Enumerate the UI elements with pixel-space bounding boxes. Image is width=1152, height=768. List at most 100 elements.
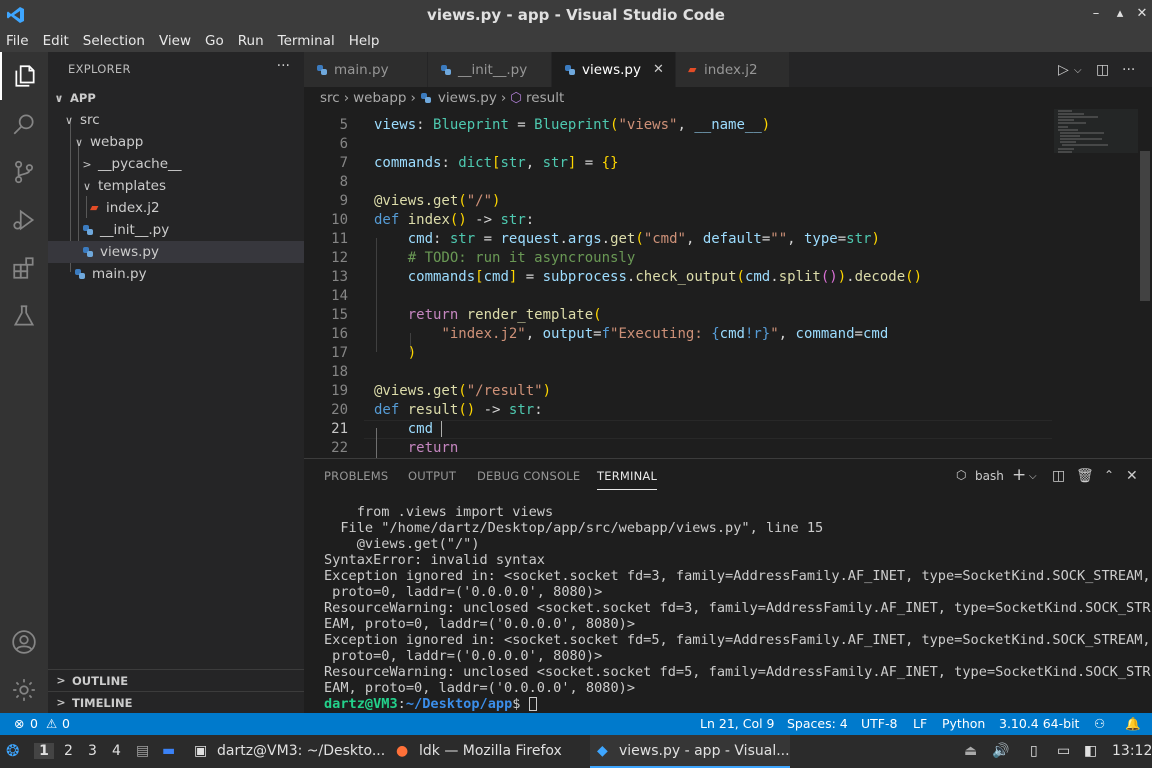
cursor-position[interactable]: Ln 21, Col 9 — [700, 716, 775, 731]
menu-view[interactable]: View — [159, 33, 191, 49]
menu-edit[interactable]: Edit — [43, 33, 69, 49]
tree-item-pycache[interactable]: > __pycache__ — [48, 153, 304, 175]
tree-item-index-j2[interactable]: ▰ index.j2 — [48, 197, 304, 219]
volume-icon[interactable]: 🔊 — [992, 743, 1009, 759]
terminal-app-icon[interactable]: ▣ — [194, 743, 207, 759]
breadcrumb-webapp[interactable]: webapp — [353, 90, 406, 106]
tree-item-main-py[interactable]: main.py — [48, 263, 304, 285]
tab-output[interactable]: OUTPUT — [408, 469, 456, 483]
accounts-activity[interactable] — [0, 618, 48, 666]
new-terminal-icon[interactable]: + — [1012, 465, 1026, 485]
minimize-button[interactable]: – — [1086, 6, 1106, 21]
taskbar-vscode[interactable]: views.py - app - Visual... — [619, 743, 790, 759]
tab-problems[interactable]: PROBLEMS — [324, 469, 388, 483]
encoding[interactable]: UTF-8 — [861, 716, 897, 731]
breadcrumb-views-py[interactable]: views.py — [438, 90, 497, 106]
error-icon[interactable]: ⊗ — [14, 716, 24, 731]
more-actions-icon[interactable]: ··· — [277, 58, 290, 74]
tree-item-app[interactable]: ∨ APP — [48, 87, 304, 109]
taskbar-firefox[interactable]: ldk — Mozilla Firefox — [419, 743, 562, 759]
tree-item-init-py[interactable]: __init__.py — [48, 219, 304, 241]
manage-activity[interactable] — [0, 666, 48, 714]
code-editor[interactable]: 5 views: Blueprint = Blueprint("views", _… — [304, 109, 1152, 458]
language-mode[interactable]: Python — [942, 716, 985, 731]
terminal-line: from .views import views — [324, 504, 554, 520]
split-terminal-icon[interactable]: ◫ — [1052, 468, 1065, 484]
trash-icon[interactable]: 🗑 — [1076, 468, 1094, 484]
indentation[interactable]: Spaces: 4 — [787, 716, 848, 731]
shell-name[interactable]: bash — [975, 469, 1004, 483]
tab-debug-console[interactable]: DEBUG CONSOLE — [477, 469, 580, 483]
split-editor-icon[interactable]: ◫ — [1096, 62, 1109, 78]
scrollbar-thumb[interactable] — [1140, 151, 1150, 301]
eject-icon[interactable]: ⏏ — [964, 743, 977, 759]
menu-terminal[interactable]: Terminal — [278, 33, 335, 49]
source-control-activity[interactable] — [0, 148, 48, 196]
close-window-button[interactable]: ✕ — [1132, 6, 1152, 21]
end-of-line[interactable]: LF — [913, 716, 927, 731]
breadcrumb-result[interactable]: result — [526, 90, 564, 106]
workspace-2[interactable]: 2 — [64, 743, 73, 759]
explorer-activity[interactable] — [0, 52, 48, 100]
tree-item-webapp[interactable]: ∨ webapp — [48, 131, 304, 153]
activity-bar — [0, 52, 48, 713]
extensions-activity[interactable] — [0, 244, 48, 292]
tree-item-views-py[interactable]: views.py — [48, 241, 304, 263]
timeline-section[interactable]: > TIMELINE — [48, 691, 304, 713]
testing-activity[interactable] — [0, 292, 48, 340]
line-number: 5 — [339, 117, 348, 133]
terminal-prompt[interactable]: dartz@VM3:~/Desktop/app$ — [324, 696, 537, 712]
chevron-right-icon: > — [56, 674, 66, 687]
error-count[interactable]: 0 — [30, 716, 38, 731]
taskbar-terminal[interactable]: dartz@VM3: ~/Deskto... — [217, 743, 385, 759]
tab-init-py[interactable]: __init__.py — [428, 52, 552, 87]
clipboard-icon[interactable]: ▯ — [1030, 743, 1038, 759]
chevron-down-icon[interactable]: ⌵ — [1074, 65, 1082, 76]
terminal-cursor — [528, 697, 537, 711]
warning-count[interactable]: 0 — [62, 716, 70, 731]
title-bar: views.py - app - Visual Studio Code – ▴ … — [0, 0, 1152, 30]
search-activity[interactable] — [0, 100, 48, 148]
status-bar: ⊗ 0 ⚠ 0 Ln 21, Col 9 Spaces: 4 UTF-8 LF … — [0, 713, 1152, 735]
python-interpreter[interactable]: 3.10.4 64-bit — [999, 716, 1079, 731]
chevron-down-icon[interactable]: ⌵ — [1029, 471, 1037, 482]
desktop-launcher-icon[interactable]: ▬ — [162, 743, 175, 759]
close-panel-icon[interactable]: ✕ — [1126, 468, 1138, 484]
feedback-icon[interactable]: ⚇ — [1094, 716, 1105, 731]
maximize-button[interactable]: ▴ — [1110, 6, 1130, 21]
chevron-down-icon: ∨ — [54, 91, 64, 105]
minimap[interactable] — [1054, 109, 1138, 458]
editor-scrollbar[interactable] — [1138, 109, 1152, 458]
menu-run[interactable]: Run — [238, 33, 264, 49]
menu-help[interactable]: Help — [349, 33, 380, 49]
run-file-icon[interactable]: ▷ — [1058, 62, 1069, 78]
jinja-icon: ▰ — [688, 62, 697, 76]
more-actions-icon[interactable]: ··· — [1122, 62, 1135, 78]
tree-item-templates[interactable]: ∨ templates — [48, 175, 304, 197]
network-icon[interactable]: ▭ — [1057, 743, 1070, 759]
firefox-icon[interactable]: ● — [396, 743, 408, 759]
maximize-panel-icon[interactable]: ⌃ — [1104, 468, 1114, 482]
tab-terminal[interactable]: TERMINAL — [597, 469, 658, 490]
vscode-taskbar-icon[interactable]: ◆ — [597, 743, 608, 759]
menu-go[interactable]: Go — [205, 33, 224, 49]
close-tab-icon[interactable]: ✕ — [653, 62, 664, 77]
outline-section[interactable]: > OUTLINE — [48, 669, 304, 691]
bell-icon[interactable]: 🔔 — [1125, 716, 1141, 732]
workspace-1[interactable]: 1 — [34, 743, 54, 759]
warning-icon[interactable]: ⚠ — [46, 716, 57, 731]
workspace-4[interactable]: 4 — [112, 743, 121, 759]
files-launcher-icon[interactable]: ▤ — [136, 743, 149, 759]
notification-icon[interactable]: ◧ — [1084, 743, 1097, 759]
tab-main-py[interactable]: main.py — [304, 52, 428, 87]
tab-index-j2[interactable]: ▰ index.j2 — [676, 52, 790, 87]
menu-selection[interactable]: Selection — [83, 33, 145, 49]
start-menu-icon[interactable]: ❂ — [6, 741, 19, 760]
breadcrumb-src[interactable]: src — [320, 90, 340, 106]
tab-views-py[interactable]: views.py ✕ — [552, 52, 676, 87]
menu-file[interactable]: File — [6, 33, 29, 49]
run-debug-activity[interactable] — [0, 196, 48, 244]
tree-item-src[interactable]: ∨ src — [48, 109, 304, 131]
line-number: 22 — [331, 440, 348, 456]
workspace-3[interactable]: 3 — [88, 743, 97, 759]
